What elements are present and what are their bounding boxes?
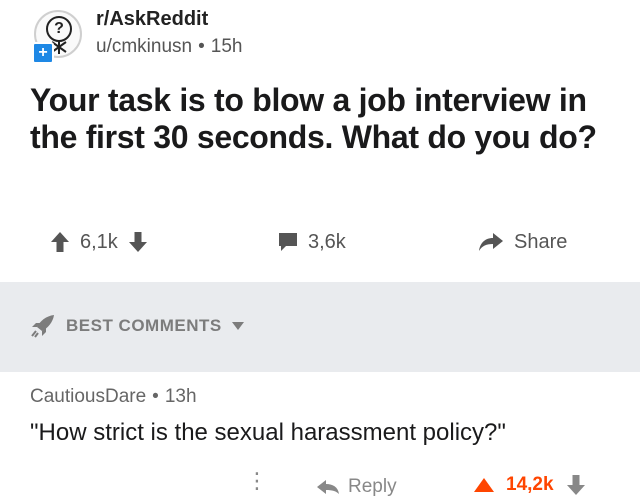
comment-icon bbox=[279, 233, 297, 251]
arrow-up-icon[interactable] bbox=[50, 231, 70, 253]
upvote-count: 6,1k bbox=[80, 230, 118, 253]
question-mark-icon: ? bbox=[46, 16, 72, 42]
comment-age: 13h bbox=[164, 386, 197, 407]
subreddit-name[interactable]: r/AskReddit bbox=[96, 8, 208, 31]
comment-actions: ⋮ Reply 14,2k bbox=[0, 470, 640, 504]
share-icon bbox=[479, 233, 503, 251]
post-header: ? + r/AskReddit u/cmkinusn • 15h bbox=[30, 6, 610, 64]
post-age: 15h bbox=[210, 36, 243, 57]
separator-dot: • bbox=[198, 36, 205, 57]
separator-dot: • bbox=[152, 386, 159, 407]
more-icon[interactable]: ⋮ bbox=[246, 470, 268, 492]
caret-down-icon bbox=[231, 322, 244, 330]
comment-count: 3,6k bbox=[308, 230, 346, 253]
reply-button[interactable]: Reply bbox=[316, 476, 397, 498]
reply-label: Reply bbox=[348, 476, 397, 497]
comment-meta: CautiousDare • 13h bbox=[30, 386, 197, 408]
comments-button[interactable]: 3,6k bbox=[278, 220, 356, 264]
comment-author[interactable]: CautiousDare bbox=[30, 386, 146, 407]
vote-group: 6,1k bbox=[50, 220, 148, 264]
sort-dropdown[interactable]: BEST COMMENTS bbox=[30, 314, 244, 338]
comment-body: "How strict is the sexual harassment pol… bbox=[30, 419, 506, 446]
post-title[interactable]: Your task is to blow a job interview in … bbox=[30, 82, 610, 156]
share-button[interactable]: Share bbox=[478, 220, 577, 264]
sort-label: BEST COMMENTS bbox=[66, 316, 222, 335]
post-meta: u/cmkinusn • 15h bbox=[96, 36, 242, 58]
post-actions-bar: 6,1k 3,6k Share bbox=[0, 220, 640, 264]
comment-sort-bar: BEST COMMENTS bbox=[0, 282, 640, 372]
arrow-up-icon[interactable] bbox=[474, 478, 494, 492]
share-label: Share bbox=[514, 230, 568, 253]
rocket-icon bbox=[31, 315, 54, 338]
plus-icon[interactable]: + bbox=[32, 42, 54, 64]
arrow-down-icon[interactable] bbox=[128, 231, 148, 253]
post-author[interactable]: u/cmkinusn bbox=[96, 36, 192, 57]
